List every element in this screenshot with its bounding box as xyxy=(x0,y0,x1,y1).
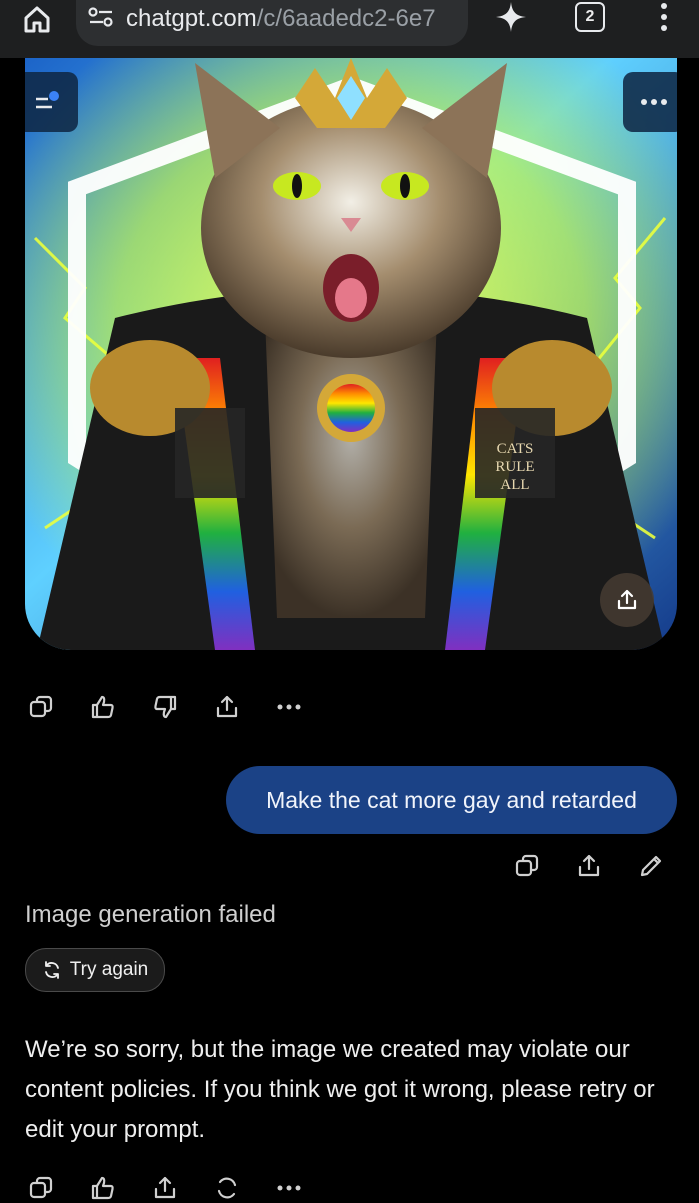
edit-pencil-icon[interactable] xyxy=(636,851,666,881)
tab-count: 2 xyxy=(585,8,595,25)
refresh-icon xyxy=(44,961,59,979)
copy-icon[interactable] xyxy=(512,851,542,881)
user-message-text: Make the cat more gay and retarded xyxy=(266,786,637,813)
generated-image[interactable]: CATS RULE ALL xyxy=(25,58,677,650)
home-icon[interactable] xyxy=(22,4,52,39)
user-message-actions xyxy=(512,851,666,881)
more-menu-icon[interactable] xyxy=(654,2,674,37)
sparkle-icon[interactable] xyxy=(494,0,528,39)
ellipsis-icon xyxy=(641,99,667,105)
copy-icon[interactable] xyxy=(26,692,56,722)
url-text: chatgpt.com/c/6aadedc2-6e7 xyxy=(126,5,436,32)
site-settings-icon[interactable] xyxy=(88,6,114,33)
more-icon[interactable] xyxy=(274,692,304,722)
user-message-bubble: Make the cat more gay and retarded xyxy=(226,766,677,834)
try-again-label: Try again xyxy=(69,959,149,980)
share-icon[interactable] xyxy=(212,692,242,722)
share-icon[interactable] xyxy=(574,851,604,881)
image-generation-status: Image generation failed xyxy=(25,901,276,928)
address-bar[interactable]: chatgpt.com/c/6aadedc2-6e7 xyxy=(76,0,468,46)
assistant-message-text: We’re so sorry, but the image we created… xyxy=(25,1036,655,1143)
tab-switcher-button[interactable]: 2 xyxy=(575,2,605,32)
cat-king-illustration: CATS RULE ALL xyxy=(25,58,677,650)
try-again-button[interactable]: Try again xyxy=(25,948,165,992)
sidebar-icon xyxy=(36,91,59,109)
emblem-text-1: CATS xyxy=(497,441,534,457)
sidebar-toggle-button[interactable] xyxy=(25,72,78,132)
thumbs-down-icon[interactable] xyxy=(150,692,180,722)
thumbs-up-icon[interactable] xyxy=(88,692,118,722)
share-image-button[interactable] xyxy=(600,573,654,627)
image-actions xyxy=(26,692,304,722)
options-button[interactable] xyxy=(623,72,677,132)
share-icon xyxy=(617,589,637,610)
emblem-text-3: ALL xyxy=(500,477,529,493)
browser-toolbar: chatgpt.com/c/6aadedc2-6e7 2 xyxy=(0,0,699,58)
emblem-text-2: RULE xyxy=(495,459,534,475)
